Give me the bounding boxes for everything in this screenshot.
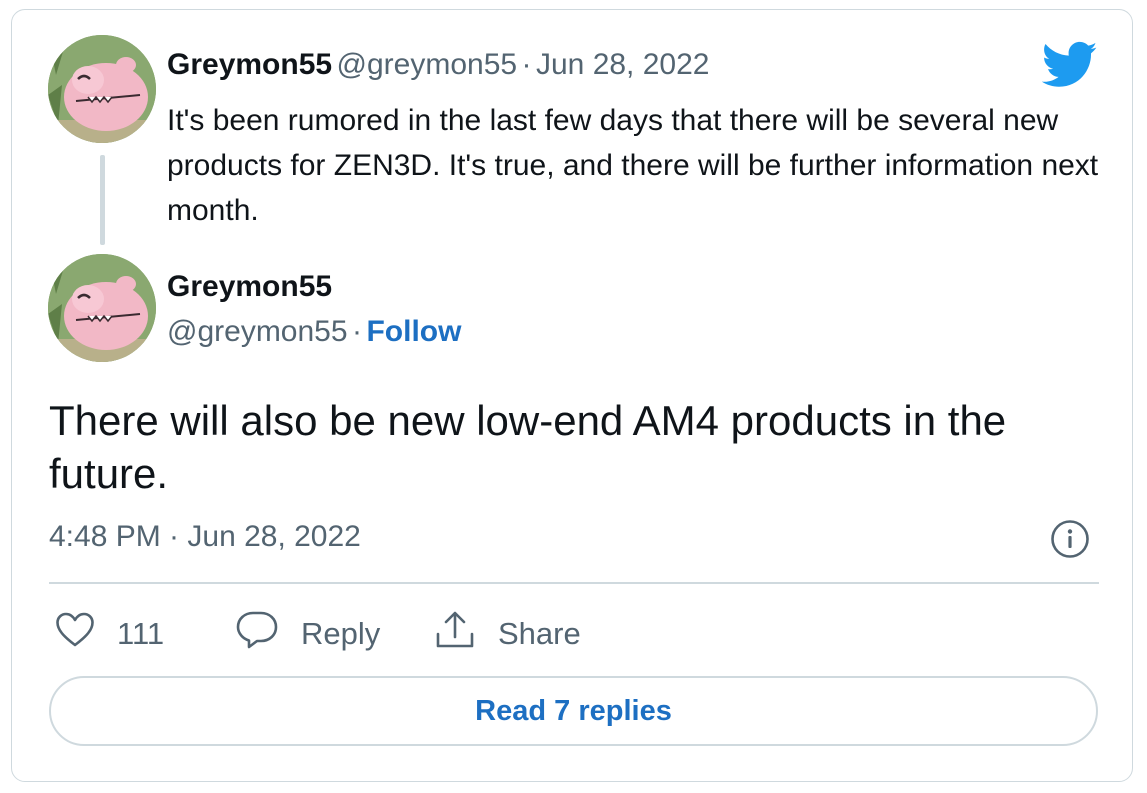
separator: · [521,48,532,81]
tweet-timestamp[interactable]: 4:48 PM · Jun 28, 2022 [49,520,361,554]
speech-bubble-icon [235,610,279,658]
tweet-text: There will also be new low-end AM4 produ… [49,397,1007,497]
reply-label: Reply [301,616,381,651]
reply-action[interactable]: Reply [235,610,381,658]
quoted-tweet-header: Greymon55 @greymon55 · Jun 28, 2022 [167,48,709,82]
read-replies-label: Read 7 replies [475,694,672,727]
handle[interactable]: @greymon55 [337,48,518,81]
quoted-tweet-text: It's been rumored in the last few days t… [167,104,1099,227]
display-name[interactable]: Greymon55 [167,270,332,304]
read-replies-button[interactable]: Read 7 replies [49,676,1098,746]
separator: · [352,315,362,348]
avatar[interactable] [48,254,156,362]
info-icon[interactable] [1050,519,1090,559]
share-label: Share [498,616,581,651]
heart-icon [55,612,95,656]
share-action[interactable]: Share [434,610,581,658]
handle[interactable]: @greymon55 [167,315,348,348]
tweet-date[interactable]: Jun 28, 2022 [536,48,709,81]
divider [49,582,1099,584]
like-count: 111 [117,616,165,651]
twitter-bird-icon[interactable] [1041,41,1098,89]
like-action[interactable]: 111 [55,612,164,656]
thread-connector-line [100,155,105,245]
handle-row: @greymon55 · Follow [167,315,461,349]
follow-button[interactable]: Follow [366,315,461,348]
display-name[interactable]: Greymon55 [167,48,332,81]
share-upload-icon [434,610,476,658]
avatar[interactable] [48,35,156,143]
